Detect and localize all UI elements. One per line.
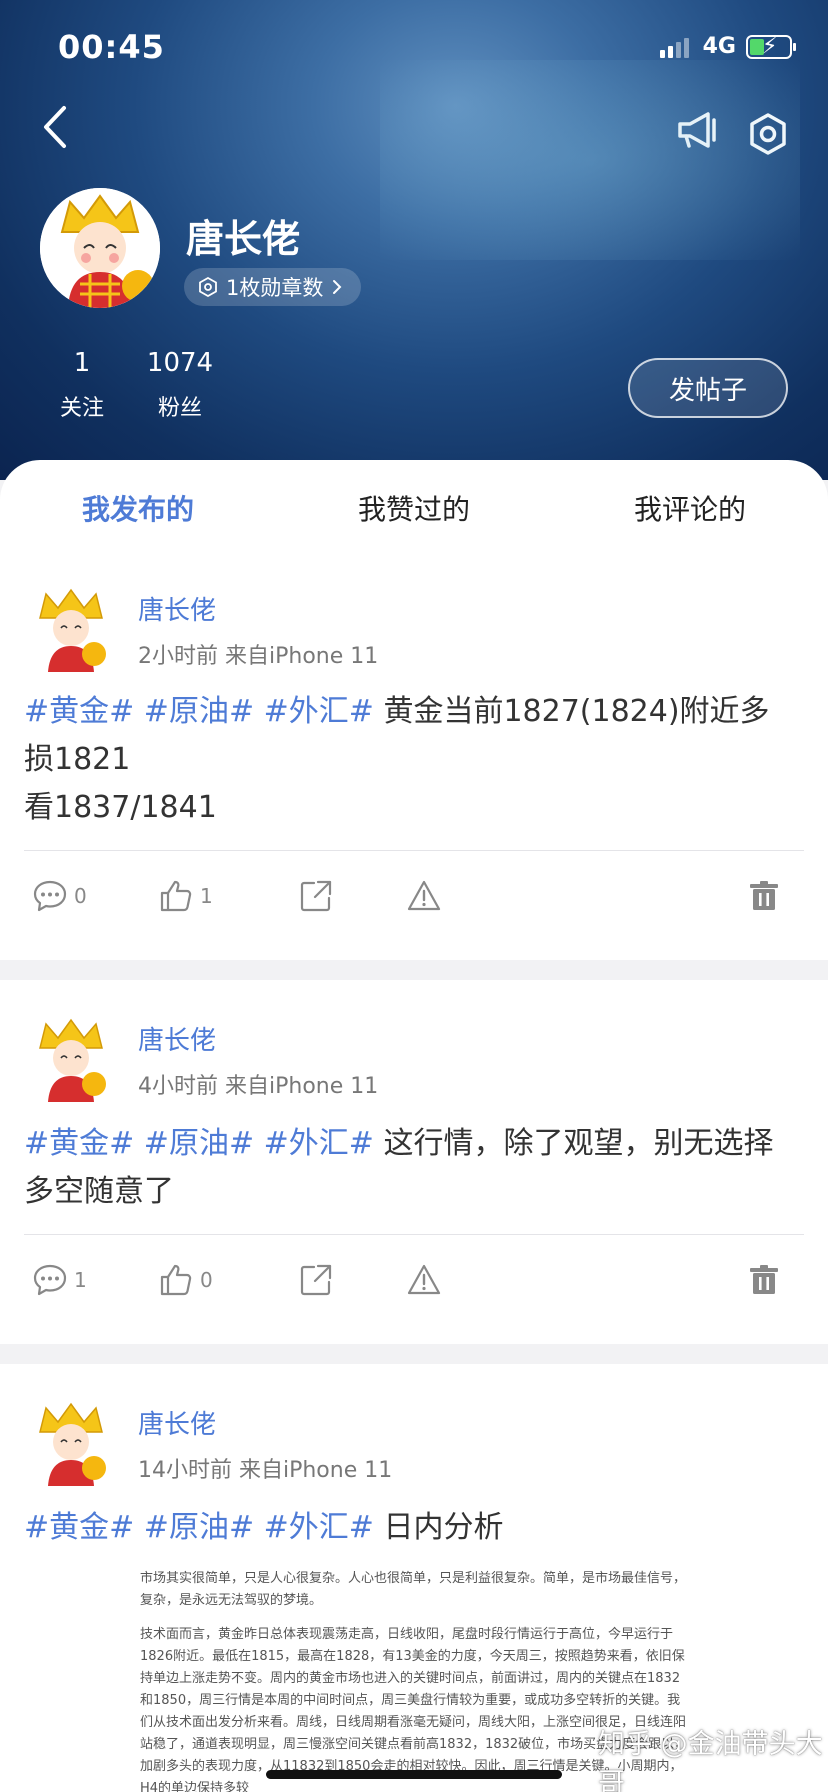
profile-username: 唐长佬 [186, 217, 301, 261]
home-indicator[interactable] [266, 1770, 562, 1779]
status-indicators: 4G ⚡ [659, 34, 796, 59]
post-hashtags[interactable]: #黄金# #原油# #外汇# [24, 1510, 374, 1545]
post-meta: 2小时前 来自iPhone 11 [138, 644, 379, 669]
profile-avatar[interactable] [40, 188, 160, 308]
post-text-line: 黄金当前1827(1824)附近多 [373, 694, 770, 729]
post-meta: 4小时前 来自iPhone 11 [138, 1074, 379, 1099]
medal-icon [199, 277, 217, 297]
badge-count-link[interactable]: 1枚勋章数 [184, 268, 362, 306]
post-actions: 1 0 [0, 1262, 828, 1306]
delete-button[interactable] [746, 878, 782, 914]
back-arrow-icon[interactable] [36, 102, 76, 152]
like-button[interactable]: 0 [158, 1262, 213, 1298]
share-button[interactable] [298, 1262, 334, 1298]
post-hashtags[interactable]: #黄金# #原油# #外汇# [24, 1126, 374, 1161]
post-content: #黄金# #原油# #外汇# 这行情，除了观望，别无选择 多空随意了 [24, 1120, 804, 1216]
followers-count: 1074 [146, 348, 214, 378]
profile-header: 00:45 4G ⚡ 唐长佬 1枚勋章数 1 关注 1074 粉丝 发帖子 [0, 0, 828, 480]
tab-liked[interactable]: 我赞过的 [276, 460, 552, 556]
settings-icon[interactable] [746, 112, 790, 156]
signal-icon [659, 36, 689, 58]
megaphone-icon[interactable] [676, 110, 720, 150]
post-actions: 0 1 [0, 878, 828, 922]
post-avatar[interactable] [28, 1400, 114, 1486]
post-text-line: 损1821 [24, 742, 131, 777]
post-author[interactable]: 唐长佬 [138, 1404, 216, 1441]
tab-commented[interactable]: 我评论的 [552, 460, 828, 556]
battery-icon: ⚡ [746, 34, 796, 59]
share-icon [300, 1264, 332, 1296]
delete-button[interactable] [746, 1262, 782, 1298]
tab-my-posts[interactable]: 我发布的 [0, 460, 276, 556]
comment-icon [33, 880, 67, 912]
status-time: 00:45 [58, 28, 165, 66]
profile-tabs: 我发布的 我赞过的 我评论的 [0, 460, 828, 556]
post-divider [24, 1234, 804, 1235]
followers-label: 粉丝 [157, 396, 202, 421]
watermark: 知乎 @金油带头大哥 [598, 1729, 823, 1792]
post-avatar[interactable] [28, 1016, 114, 1102]
like-button[interactable]: 1 [158, 878, 213, 914]
post-author[interactable]: 唐长佬 [138, 590, 216, 627]
share-icon [300, 880, 332, 912]
comment-icon [33, 1264, 67, 1296]
article-paragraph: 市场其实很简单，只是人心很复杂。人心也很简单，只是利益很复杂。简单，是市场最佳信… [140, 1571, 687, 1608]
thumbs-up-icon [160, 880, 192, 912]
trash-icon [750, 1265, 778, 1294]
report-button[interactable] [406, 878, 442, 914]
comment-button[interactable]: 1 [32, 1262, 87, 1298]
comment-count: 0 [74, 884, 87, 908]
following-count: 1 [73, 348, 91, 378]
badge-count-label: 1枚勋章数 [226, 276, 324, 300]
post-card[interactable]: 唐长佬 4小时前 来自iPhone 11 #黄金# #原油# #外汇# 这行情，… [0, 980, 828, 1344]
comment-button[interactable]: 0 [32, 878, 87, 914]
report-button[interactable] [406, 1262, 442, 1298]
post-content: #黄金# #原油# #外汇# 日内分析 [24, 1504, 804, 1552]
post-hashtags[interactable]: #黄金# #原油# #外汇# [24, 694, 374, 729]
warning-icon [407, 1264, 441, 1295]
thumbs-up-icon [160, 1264, 192, 1296]
post-content: #黄金# #原油# #外汇# 黄金当前1827(1824)附近多 损1821 看… [24, 688, 804, 832]
like-count: 0 [200, 1268, 213, 1292]
following-label: 关注 [59, 396, 104, 421]
trash-icon [750, 881, 778, 910]
like-count: 1 [200, 884, 213, 908]
network-label: 4G [702, 34, 736, 59]
post-author[interactable]: 唐长佬 [138, 1020, 216, 1057]
share-button[interactable] [298, 878, 334, 914]
post-text-line: 日内分析 [373, 1510, 504, 1545]
following-stat[interactable]: 1 关注 [52, 348, 112, 422]
new-post-button[interactable]: 发帖子 [628, 358, 788, 418]
post-divider [24, 850, 804, 851]
post-avatar[interactable] [28, 586, 114, 672]
post-text-line: 这行情，除了观望，别无选择 [373, 1126, 774, 1161]
warning-icon [407, 880, 441, 911]
followers-stat[interactable]: 1074 粉丝 [144, 348, 216, 422]
post-card[interactable]: 唐长佬 2小时前 来自iPhone 11 #黄金# #原油# #外汇# 黄金当前… [0, 556, 828, 960]
post-meta: 14小时前 来自iPhone 11 [138, 1458, 393, 1483]
comment-count: 1 [74, 1268, 87, 1292]
post-text-line: 多空随意了 [24, 1174, 174, 1209]
chevron-right-icon [333, 280, 342, 294]
post-text-line: 看1837/1841 [24, 790, 217, 825]
